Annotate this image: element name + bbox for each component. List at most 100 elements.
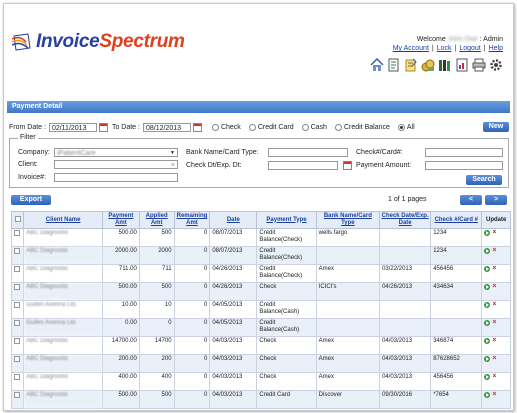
invoice-icon[interactable] xyxy=(387,58,401,72)
bank-card-input[interactable] xyxy=(268,148,348,157)
lock-link[interactable]: Lock xyxy=(437,45,452,52)
delete-icon[interactable]: × xyxy=(492,320,496,327)
delete-icon[interactable]: × xyxy=(492,356,496,363)
from-date-calendar-icon[interactable] xyxy=(98,122,108,132)
search-button[interactable]: Search xyxy=(466,175,502,185)
settings-icon[interactable] xyxy=(489,58,503,72)
row-checkbox[interactable] xyxy=(14,302,20,308)
delete-icon[interactable]: × xyxy=(492,284,496,291)
col-header-payment-type[interactable]: Payment Type xyxy=(256,211,317,229)
delete-icon[interactable]: × xyxy=(492,392,496,399)
next-page-button[interactable]: > xyxy=(485,195,507,205)
print-icon[interactable] xyxy=(472,58,486,72)
logo-mark-icon xyxy=(11,33,34,51)
books-icon[interactable] xyxy=(438,58,452,72)
new-button[interactable]: New xyxy=(483,122,509,132)
company-select[interactable]: iPatientCare ▼ xyxy=(54,148,178,157)
update-cell: × xyxy=(481,372,511,391)
date-filter-row: From Date : 02/11/2013 To Date : 08/12/2… xyxy=(9,121,509,133)
from-date-input[interactable]: 02/11/2013 xyxy=(48,122,97,132)
row-checkbox[interactable] xyxy=(14,248,20,254)
col-header-client-name[interactable]: Client Name xyxy=(23,211,103,229)
payment-amt-cell: 0.00 xyxy=(102,318,140,337)
select-all-checkbox[interactable] xyxy=(14,215,21,222)
help-link[interactable]: Help xyxy=(489,45,503,52)
edit-go-icon[interactable] xyxy=(484,374,491,380)
radio-all[interactable] xyxy=(397,123,405,131)
col-header-remaining-amt[interactable]: Remaining Amt xyxy=(173,211,211,229)
delete-icon[interactable]: × xyxy=(492,266,496,273)
to-date-calendar-icon[interactable] xyxy=(192,122,202,132)
check-date-input[interactable] xyxy=(268,161,338,170)
row-checkbox[interactable] xyxy=(14,320,20,326)
reports-icon[interactable] xyxy=(455,58,469,72)
col-header-payment-amt[interactable]: Payment Amt xyxy=(102,211,140,229)
row-checkbox[interactable] xyxy=(14,374,20,380)
edit-go-icon[interactable] xyxy=(484,302,491,308)
remaining-amt-cell: 0 xyxy=(173,300,211,319)
col-header-check-card-no[interactable]: Check #/Card # xyxy=(430,211,483,229)
edit-go-icon[interactable] xyxy=(484,338,491,344)
radio-credit-balance[interactable] xyxy=(334,123,342,131)
clear-icon[interactable]: × xyxy=(171,161,175,169)
radio-cash[interactable] xyxy=(301,123,309,131)
check-date-calendar-icon[interactable] xyxy=(343,161,352,170)
filter-panel: Filter Company: iPatientCare ▼ Client: ×… xyxy=(9,134,509,188)
edit-go-icon[interactable] xyxy=(484,284,491,290)
delete-icon[interactable]: × xyxy=(492,248,496,255)
invoice-input[interactable] xyxy=(54,173,178,182)
col-header-date[interactable]: Date xyxy=(209,211,258,229)
row-select-cell xyxy=(10,228,25,247)
update-cell: × xyxy=(481,354,511,373)
logout-link[interactable]: Logout xyxy=(459,45,480,52)
welcome-prefix: Welcome xyxy=(416,36,446,43)
export-button[interactable]: Export xyxy=(11,195,51,205)
col-header-check-date[interactable]: Check Date/Exp. Date xyxy=(379,211,432,229)
payment-icon[interactable] xyxy=(421,58,435,72)
delete-icon[interactable]: × xyxy=(492,230,496,237)
my-account-link[interactable]: My Account xyxy=(393,45,429,52)
update-cell: × xyxy=(481,246,511,265)
bank-card-cell: Amex xyxy=(315,264,381,283)
home-icon[interactable] xyxy=(370,57,384,72)
bank-card-cell: Discover xyxy=(315,390,381,409)
check-card-no-cell xyxy=(430,300,483,319)
col-header-bank-card[interactable]: Bank Name/Card Type xyxy=(315,211,381,229)
date-cell: 04/03/2013 xyxy=(209,372,258,391)
prev-page-button[interactable]: < xyxy=(460,195,482,205)
row-checkbox[interactable] xyxy=(14,230,20,236)
check-card-input[interactable] xyxy=(425,148,503,157)
check-card-no-cell: 1234 xyxy=(430,246,483,265)
row-checkbox[interactable] xyxy=(14,266,20,272)
row-checkbox[interactable] xyxy=(14,356,20,362)
radio-check-label: Check xyxy=(220,123,241,131)
row-checkbox[interactable] xyxy=(14,338,20,344)
to-date-label: To Date : xyxy=(111,123,140,131)
applied-amt-cell: 500 xyxy=(138,282,175,301)
logo-text-invoice: Invoice xyxy=(36,31,100,52)
check-card-no-cell: 434634 xyxy=(430,282,483,301)
to-date-input[interactable]: 08/12/2013 xyxy=(142,122,191,132)
row-checkbox[interactable] xyxy=(14,284,20,290)
row-select-cell xyxy=(10,264,25,283)
radio-check[interactable] xyxy=(211,123,219,131)
edit-go-icon[interactable] xyxy=(484,320,491,326)
delete-icon[interactable]: × xyxy=(492,338,496,345)
row-select-cell xyxy=(10,354,25,373)
edit-go-icon[interactable] xyxy=(484,266,491,272)
radio-credit-card-label: Credit Card xyxy=(257,123,294,131)
edit-go-icon[interactable] xyxy=(484,356,491,362)
client-select[interactable]: × xyxy=(54,160,178,169)
radio-credit-card[interactable] xyxy=(248,123,256,131)
edit-go-icon[interactable] xyxy=(484,230,491,236)
delete-icon[interactable]: × xyxy=(492,374,496,381)
delete-icon[interactable]: × xyxy=(492,302,496,309)
notes-icon[interactable] xyxy=(404,58,418,72)
table-row: ABC Diagnostic 711.00 711 0 04/26/2013 C… xyxy=(10,264,511,283)
edit-go-icon[interactable] xyxy=(484,248,491,254)
row-checkbox[interactable] xyxy=(14,392,20,398)
payment-amount-input[interactable] xyxy=(425,161,503,170)
col-header-applied-amt[interactable]: Applied Amt xyxy=(138,211,175,229)
edit-go-icon[interactable] xyxy=(484,392,491,398)
client-name-cell: Gullen Avenna Ltd. xyxy=(23,300,103,319)
